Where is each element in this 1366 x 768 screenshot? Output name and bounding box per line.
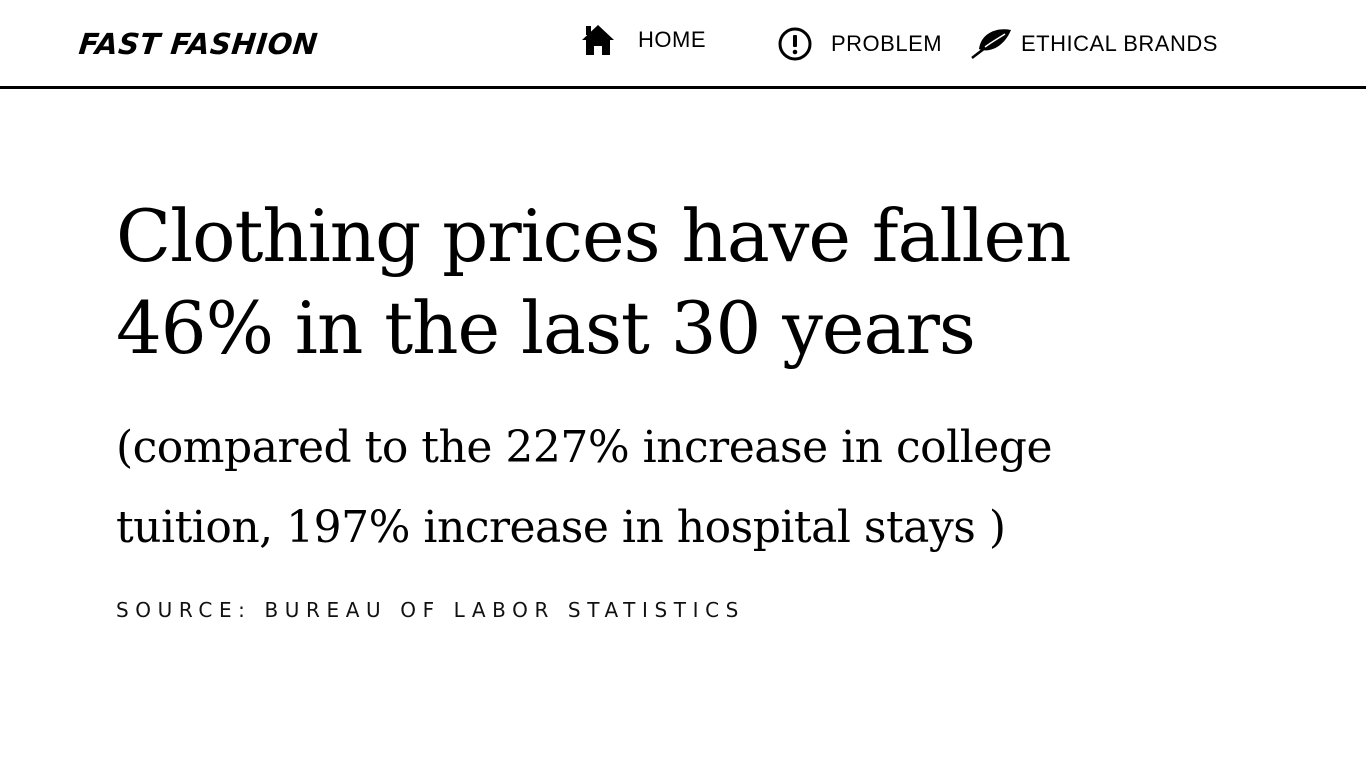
nav-home-link[interactable]: HOME	[580, 20, 706, 60]
source-citation: SOURCE: BUREAU OF LABOR STATISTICS	[116, 598, 745, 622]
nav-problem-label: PROBLEM	[831, 31, 943, 56]
main-content: Clothing prices have fallen 46% in the l…	[116, 190, 1116, 622]
top-navigation-bar: FAST FASHION HOME PROBLEM ETHICAL BRANDS	[0, 0, 1366, 89]
leaf-icon	[971, 26, 1013, 62]
exclamation-circle-icon	[777, 26, 813, 62]
page-headline: Clothing prices have fallen 46% in the l…	[116, 194, 1072, 370]
comparison-text: (compared to the 227% increase in colleg…	[116, 422, 1053, 553]
home-icon	[580, 22, 616, 58]
nav-problem-link[interactable]: PROBLEM	[777, 24, 942, 64]
nav-ethical-brands-label: ETHICAL BRANDS	[1021, 31, 1218, 56]
nav-ethical-brands-link[interactable]: ETHICAL BRANDS	[971, 24, 1218, 64]
nav-home-label: HOME	[638, 27, 706, 52]
site-logo[interactable]: FAST FASHION	[77, 24, 320, 64]
